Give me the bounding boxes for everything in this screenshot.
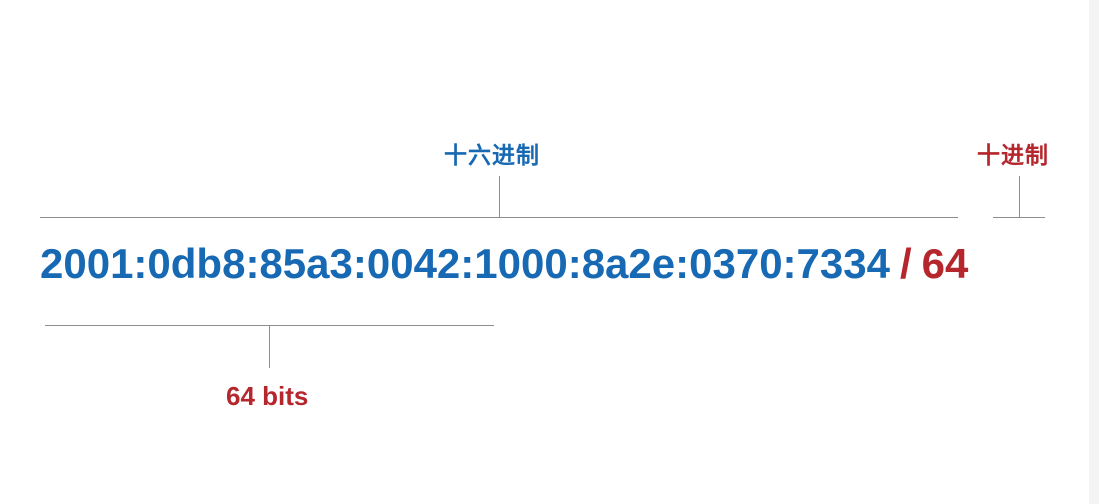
hexadecimal-pointer-line	[499, 176, 500, 218]
ipv6-address-diagram: 十六进制 十进制 2001:0db8:85a3:0042:1000:8a2e:0…	[0, 0, 1099, 504]
window-edge	[1089, 0, 1099, 504]
hexadecimal-bracket-line	[40, 217, 958, 218]
prefix-length: 64	[921, 240, 969, 287]
decimal-label: 十进制	[977, 143, 1049, 169]
decimal-bracket-line	[993, 217, 1045, 218]
bits-label: 64 bits	[226, 381, 309, 411]
prefix-separator: /	[899, 240, 912, 287]
bits-pointer-line	[269, 326, 270, 368]
ipv6-address: 2001:0db8:85a3:0042:1000:8a2e:0370:7334/…	[40, 243, 968, 285]
ipv6-hex-part: 2001:0db8:85a3:0042:1000:8a2e:0370:7334	[40, 240, 890, 287]
hexadecimal-label: 十六进制	[444, 143, 540, 169]
decimal-pointer-line	[1019, 176, 1020, 218]
